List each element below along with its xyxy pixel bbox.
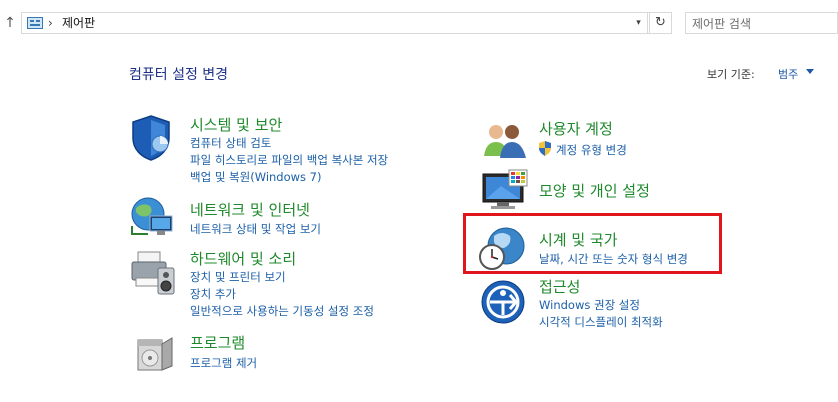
shield-icon[interactable] xyxy=(129,114,173,162)
category-appearance-personalization[interactable]: 모양 및 개인 설정 xyxy=(539,180,650,201)
link-backup-restore[interactable]: 백업 및 복원(Windows 7) xyxy=(190,169,322,185)
category-programs[interactable]: 프로그램 xyxy=(190,332,245,353)
link-network-status-tasks[interactable]: 네트워크 상태 및 작업 보기 xyxy=(190,221,321,237)
address-bar[interactable]: › 제어판 xyxy=(21,12,648,34)
page-title: 컴퓨터 설정 변경 xyxy=(129,67,229,83)
link-devices-printers[interactable]: 장치 및 프린터 보기 xyxy=(190,269,286,285)
view-by-dropdown[interactable]: 범주 xyxy=(778,66,798,82)
address-toolbar: ↑ › 제어판 ▾ ↻ xyxy=(0,0,838,48)
link-recommended-settings[interactable]: Windows 권장 설정 xyxy=(539,297,640,313)
chevron-down-icon[interactable] xyxy=(806,69,814,74)
programs-box-icon[interactable] xyxy=(134,330,176,374)
link-optimize-visual-display[interactable]: 시각적 디스플레이 최적화 xyxy=(539,314,663,330)
printer-speaker-icon[interactable] xyxy=(128,248,178,296)
breadcrumb-separator: › xyxy=(48,16,53,30)
link-file-history-backup[interactable]: 파일 히스토리로 파일의 백업 복사본 저장 xyxy=(190,152,388,168)
users-icon[interactable] xyxy=(482,120,528,160)
search-box[interactable] xyxy=(685,12,838,34)
highlight-box xyxy=(463,213,722,274)
link-review-computer-status[interactable]: 컴퓨터 상태 검토 xyxy=(190,135,271,151)
category-ease-of-access[interactable]: 접근성 xyxy=(539,276,580,297)
chevron-down-icon[interactable]: ▾ xyxy=(628,12,650,34)
link-uninstall-program[interactable]: 프로그램 제거 xyxy=(190,355,257,371)
search-input[interactable] xyxy=(692,15,832,33)
breadcrumb-control-panel[interactable]: 제어판 xyxy=(62,15,95,31)
category-network-internet[interactable]: 네트워크 및 인터넷 xyxy=(190,199,310,220)
link-change-account-type[interactable]: 계정 유형 변경 xyxy=(556,142,627,158)
link-mobility-settings[interactable]: 일반적으로 사용하는 기동성 설정 조정 xyxy=(190,303,374,319)
control-panel-icon xyxy=(27,17,43,29)
category-user-accounts[interactable]: 사용자 계정 xyxy=(539,118,613,139)
network-globe-icon[interactable] xyxy=(128,196,176,240)
category-hardware-sound[interactable]: 하드웨어 및 소리 xyxy=(190,248,296,269)
up-arrow-icon[interactable]: ↑ xyxy=(2,14,18,32)
refresh-icon[interactable]: ↻ xyxy=(650,12,672,34)
category-system-security[interactable]: 시스템 및 보안 xyxy=(190,114,282,135)
uac-shield-icon xyxy=(539,141,551,156)
ease-of-access-icon[interactable] xyxy=(480,279,526,325)
link-add-device[interactable]: 장치 추가 xyxy=(190,286,236,302)
monitor-palette-icon[interactable] xyxy=(481,168,529,212)
view-by-label: 보기 기준: xyxy=(707,68,755,81)
